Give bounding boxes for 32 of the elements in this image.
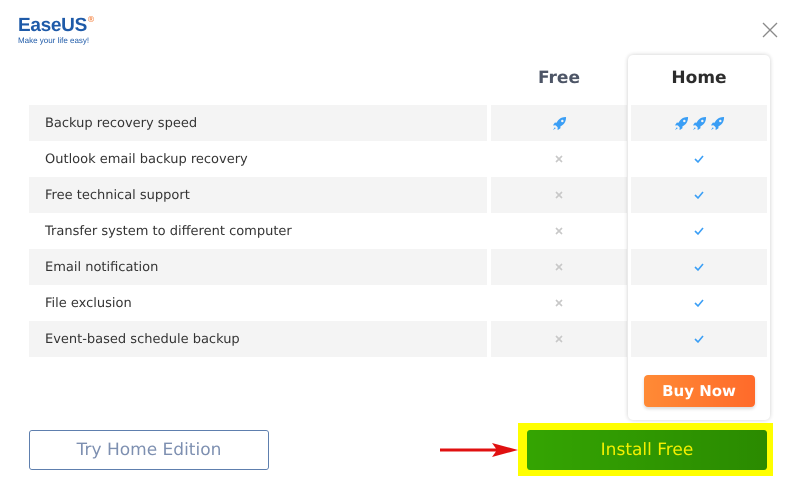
feature-cell: Email notification (29, 249, 487, 285)
feature-cell: Event-based schedule backup (29, 321, 487, 357)
rocket-icon (710, 116, 724, 130)
rocket-icon (674, 116, 688, 130)
buy-now-button[interactable]: Buy Now (644, 375, 754, 407)
check-icon (694, 298, 704, 308)
feature-cell-text: Transfer system to different computer (44, 222, 293, 240)
cross-icon (554, 226, 564, 236)
column-header: Free (538, 68, 580, 88)
cross-icon (554, 154, 564, 164)
feature-cell-text: Outlook email backup recovery (44, 150, 249, 168)
install-free-button[interactable]: Install Free (527, 430, 767, 470)
registered-mark: ® (86, 16, 95, 24)
feature-cell-text: File exclusion (44, 294, 133, 312)
check-icon (694, 226, 704, 236)
check-icon (694, 334, 704, 344)
close-icon[interactable] (762, 22, 778, 38)
column-header: Home (671, 68, 727, 88)
rocket-icon (552, 116, 566, 130)
try-edition-button[interactable]: Try Home Edition (29, 430, 269, 470)
rocket-icon (692, 116, 706, 130)
feature-cell: Backup recovery speed (29, 105, 487, 141)
cross-icon (554, 190, 564, 200)
check-icon (694, 154, 704, 164)
cross-icon (554, 334, 564, 344)
logo-tagline: Make your life easy! (18, 36, 90, 45)
cross-icon (554, 262, 564, 272)
check-icon (694, 262, 704, 272)
feature-cell: Free technical support (29, 177, 487, 213)
check-icon (694, 190, 704, 200)
brand-logo: EaseUS (18, 16, 87, 36)
cross-icon (554, 298, 564, 308)
